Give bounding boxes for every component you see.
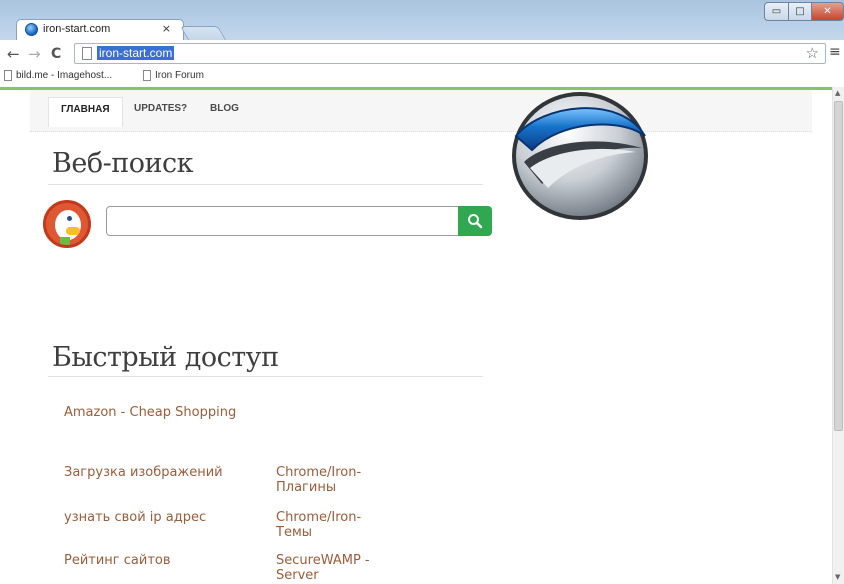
forward-icon[interactable]: →	[28, 45, 41, 63]
bookmark-star-icon[interactable]: ☆	[806, 44, 819, 62]
page-content: ГЛАВНАЯ UPDATES? BLOG Веб-поиск Быстрый …	[0, 90, 832, 584]
quick-link[interactable]: Загрузка изображений	[64, 465, 223, 480]
scroll-thumb[interactable]	[834, 101, 843, 431]
duck-eye	[67, 216, 72, 221]
browser-tab[interactable]: iron-start.com ×	[16, 19, 184, 40]
page-icon	[4, 70, 12, 81]
menu-icon[interactable]: ≡	[829, 44, 841, 60]
tab-title: iron-start.com	[43, 23, 111, 35]
quick-link[interactable]: Рейтинг сайтов	[64, 553, 171, 568]
minimize-button[interactable]: ▭	[764, 2, 789, 21]
web-search-title: Веб-поиск	[52, 148, 193, 179]
address-bar[interactable]: iron-start.com ☆	[74, 43, 826, 64]
bookmark-item[interactable]: Iron Forum	[143, 70, 204, 81]
browser-toolbar: ← → C iron-start.com ☆	[0, 40, 844, 68]
bookmarks-bar: bild.me - Imagehost... Iron Forum	[0, 68, 844, 87]
duckduckgo-logo-icon	[43, 200, 91, 248]
page-icon	[82, 47, 92, 60]
nav-blog[interactable]: BLOG	[210, 103, 239, 114]
reload-icon[interactable]: C	[51, 46, 61, 62]
url-text[interactable]: iron-start.com	[97, 46, 175, 60]
iron-favicon-icon	[25, 23, 38, 36]
search-icon	[468, 214, 483, 229]
bookmark-item[interactable]: bild.me - Imagehost...	[4, 70, 112, 81]
scroll-up-icon[interactable]: ▲	[835, 89, 840, 97]
search-button[interactable]	[458, 206, 492, 236]
title-bar: iron-start.com × ▭ □ ✕	[0, 0, 844, 40]
divider	[48, 184, 483, 185]
bookmark-label: Iron Forum	[155, 70, 204, 81]
bookmark-label: bild.me - Imagehost...	[16, 70, 113, 81]
site-nav: ГЛАВНАЯ UPDATES? BLOG	[30, 90, 812, 132]
srware-iron-logo-icon	[512, 92, 648, 220]
duck-face	[55, 210, 81, 240]
close-window-button[interactable]: ✕	[811, 2, 844, 21]
quick-access-title: Быстрый доступ	[52, 342, 279, 373]
quick-link[interactable]: Chrome/Iron-Темы	[276, 510, 386, 540]
new-tab-button[interactable]	[179, 26, 227, 40]
vertical-scrollbar[interactable]: ▲ ▼	[832, 87, 844, 584]
search-input[interactable]	[106, 206, 459, 236]
tab-close-icon[interactable]: ×	[162, 22, 171, 35]
duck-tie	[60, 237, 70, 245]
quick-link[interactable]: Chrome/Iron-Плагины	[276, 465, 386, 495]
duck-beak	[66, 227, 80, 235]
quick-link[interactable]: Amazon - Cheap Shopping	[64, 405, 236, 420]
maximize-button[interactable]: □	[788, 2, 812, 21]
back-icon[interactable]: ←	[7, 45, 20, 63]
nav-updates[interactable]: UPDATES?	[134, 103, 187, 114]
quick-link[interactable]: узнать свой ip адрес	[64, 510, 206, 525]
quick-link[interactable]: SecureWAMP - Server	[276, 553, 386, 583]
page-icon	[143, 70, 151, 81]
nav-home[interactable]: ГЛАВНАЯ	[48, 97, 123, 127]
scroll-down-icon[interactable]: ▼	[835, 573, 840, 581]
divider	[48, 376, 483, 377]
